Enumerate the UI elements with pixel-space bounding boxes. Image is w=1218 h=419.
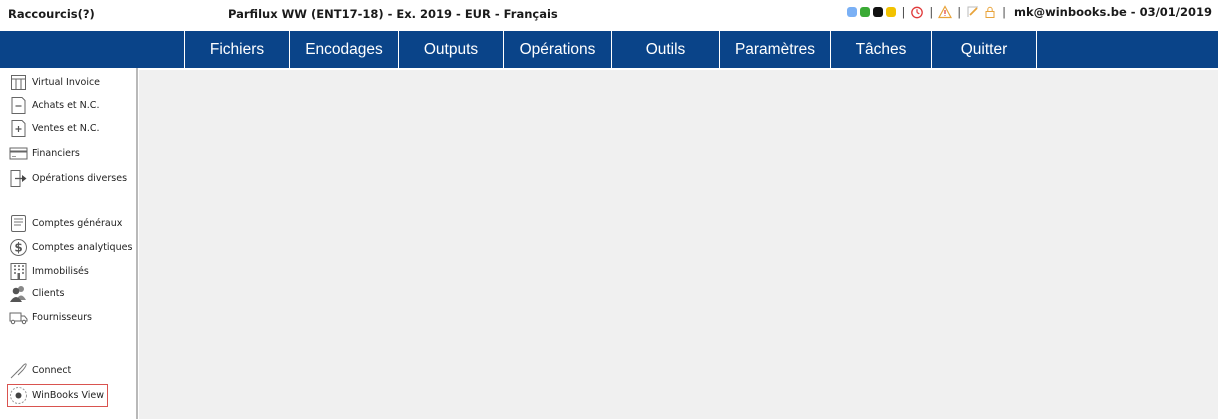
status-dot-green[interactable] [860,7,871,17]
separator: | [957,5,962,19]
sidebar-item-label: Financiers [32,147,80,159]
sidebar-item-operations-diverses[interactable]: Opérations diverses [9,167,127,189]
timer-icon[interactable] [910,5,924,19]
user-info: mk@winbooks.be - 03/01/2019 [1013,5,1212,19]
sidebar-item-label: Achats et N.C. [32,99,100,111]
status-area: | | | | mk@winbooks.be - 03/01/2019 [847,5,1212,19]
shortcuts-sidebar: Virtual Invoice Achats et N.C. Ventes et… [0,68,138,419]
app-title: Parfilux WW (ENT17-18) - Ex. 2019 - EUR … [228,7,558,21]
sidebar-item-virtual-invoice[interactable]: Virtual Invoice [9,71,100,93]
status-dot-blue[interactable] [847,7,858,17]
sidebar-item-label: Comptes analytiques [32,241,133,253]
sidebar-item-label: Virtual Invoice [32,76,101,88]
sidebar-item-label: Connect [32,364,72,376]
status-dot-black[interactable] [873,7,884,17]
connect-icon [10,362,27,378]
main-workspace [139,70,1218,419]
sidebar-item-fournisseurs[interactable]: Fournisseurs [9,306,92,328]
status-dot-yellow[interactable] [886,7,897,17]
dollar-icon: $ [10,238,27,256]
card-icon [9,147,28,159]
menu-parametres[interactable]: Paramètres [719,31,830,68]
lock-icon[interactable] [983,5,997,19]
ledger-icon [11,214,26,232]
sidebar-item-financiers[interactable]: Financiers [9,142,80,164]
menu-fichiers[interactable]: Fichiers [184,31,289,68]
edit-icon[interactable] [966,5,980,19]
misc-operations-icon [10,169,27,187]
main-menu-bar: Fichiers Encodages Outputs Opérations Ou… [0,31,1218,68]
sidebar-item-label: Clients [32,287,65,299]
menu-encodages[interactable]: Encodages [289,31,398,68]
virtual-invoice-icon [11,74,26,90]
menu-outils[interactable]: Outils [611,31,719,68]
sidebar-item-label: Ventes et N.C. [32,122,100,134]
menu-taches[interactable]: Tâches [830,31,931,68]
purchase-document-icon [11,96,26,114]
building-icon [10,262,27,280]
shortcuts-label[interactable]: Raccourcis(?) [8,7,95,21]
sidebar-item-ventes[interactable]: Ventes et N.C. [9,117,100,139]
menu-operations[interactable]: Opérations [503,31,611,68]
highlight-box [7,384,108,407]
sidebar-item-achats[interactable]: Achats et N.C. [9,94,99,116]
sidebar-item-label: Fournisseurs [32,311,92,323]
svg-text:$: $ [14,240,22,254]
menu-outputs[interactable]: Outputs [398,31,503,68]
sidebar-item-comptes-generaux[interactable]: Comptes généraux [9,212,122,234]
sidebar-item-label: Immobilisés [32,265,89,277]
sidebar-item-immobilises[interactable]: Immobilisés [9,260,89,282]
menu-quitter[interactable]: Quitter [931,31,1037,68]
sidebar-item-connect[interactable]: Connect [9,359,71,381]
sidebar-item-clients[interactable]: Clients [9,282,64,304]
warning-icon[interactable] [938,5,953,19]
sidebar-item-label: Opérations diverses [32,172,128,184]
separator: | [1002,5,1006,19]
separator: | [901,5,906,19]
sidebar-item-comptes-analytiques[interactable]: $ Comptes analytiques [9,236,132,258]
title-bar: Raccourcis(?) Parfilux WW (ENT17-18) - E… [0,0,1218,28]
separator: | [929,5,934,19]
sidebar-item-label: Comptes généraux [32,217,123,229]
clients-icon [10,285,26,302]
sales-document-icon [11,119,26,137]
truck-icon [9,312,28,324]
